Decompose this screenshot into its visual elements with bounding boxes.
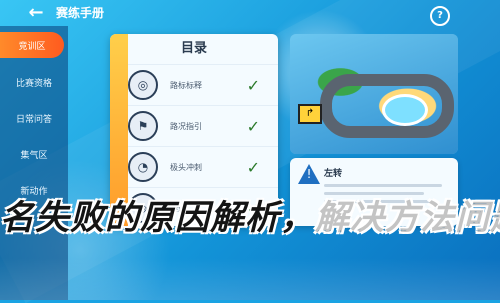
warning-sign-icon: ! <box>298 164 320 184</box>
track-pool <box>382 94 428 126</box>
signpost-icon: ⚑ <box>128 111 158 141</box>
headline-blurred: 解决方法问题 <box>315 198 500 238</box>
headline-main: 名失败的原因解析， <box>0 198 315 238</box>
target-icon: ◎ <box>128 70 158 100</box>
page-title: 赛练手册 <box>56 6 105 20</box>
check-icon: ✓ <box>246 157 260 177</box>
headline-overlay: 名失败的原因解析，解决方法问题 <box>0 190 500 239</box>
speedometer-icon: ◔ <box>128 152 158 182</box>
back-arrow-icon[interactable]: ← <box>24 3 48 23</box>
menu-row[interactable]: ⚑ 路况指引 ✓ <box>110 105 278 146</box>
info-text-line <box>324 184 442 187</box>
check-icon: ✓ <box>246 116 260 136</box>
menu-row-label: 极头冲刺 <box>170 162 202 172</box>
sidebar-item-1[interactable]: 比赛资格 <box>0 64 68 100</box>
sidebar-item-3[interactable]: 集气区 <box>0 136 68 172</box>
menu-row[interactable]: ◔ 极头冲刺 ✓ <box>110 146 278 187</box>
sidebar-item-2[interactable]: 日常问答 <box>0 100 68 136</box>
turn-sign-icon: ↱ <box>298 104 322 124</box>
sidebar-item-label: 日常问答 <box>15 114 52 125</box>
sidebar-item-label: 比赛资格 <box>15 78 52 89</box>
menu-row[interactable]: ◎ 路标标释 ✓ <box>110 64 278 105</box>
bottom-decoration <box>0 258 500 300</box>
info-title: 左转 <box>324 169 343 179</box>
menu-row-label: 路标标释 <box>170 80 202 90</box>
top-bar: ← 赛练手册 ? <box>0 0 500 26</box>
menu-title: 目录 <box>180 41 207 56</box>
help-icon[interactable]: ? <box>430 6 450 26</box>
sidebar-item-0[interactable]: 竞训区 <box>0 32 64 58</box>
menu-row-label: 路况指引 <box>170 121 202 131</box>
track-preview-image: ↱ <box>290 34 458 154</box>
sidebar-item-label: 集气区 <box>20 150 48 161</box>
sidebar-item-label: 竞训区 <box>18 41 46 52</box>
check-icon: ✓ <box>246 75 260 95</box>
